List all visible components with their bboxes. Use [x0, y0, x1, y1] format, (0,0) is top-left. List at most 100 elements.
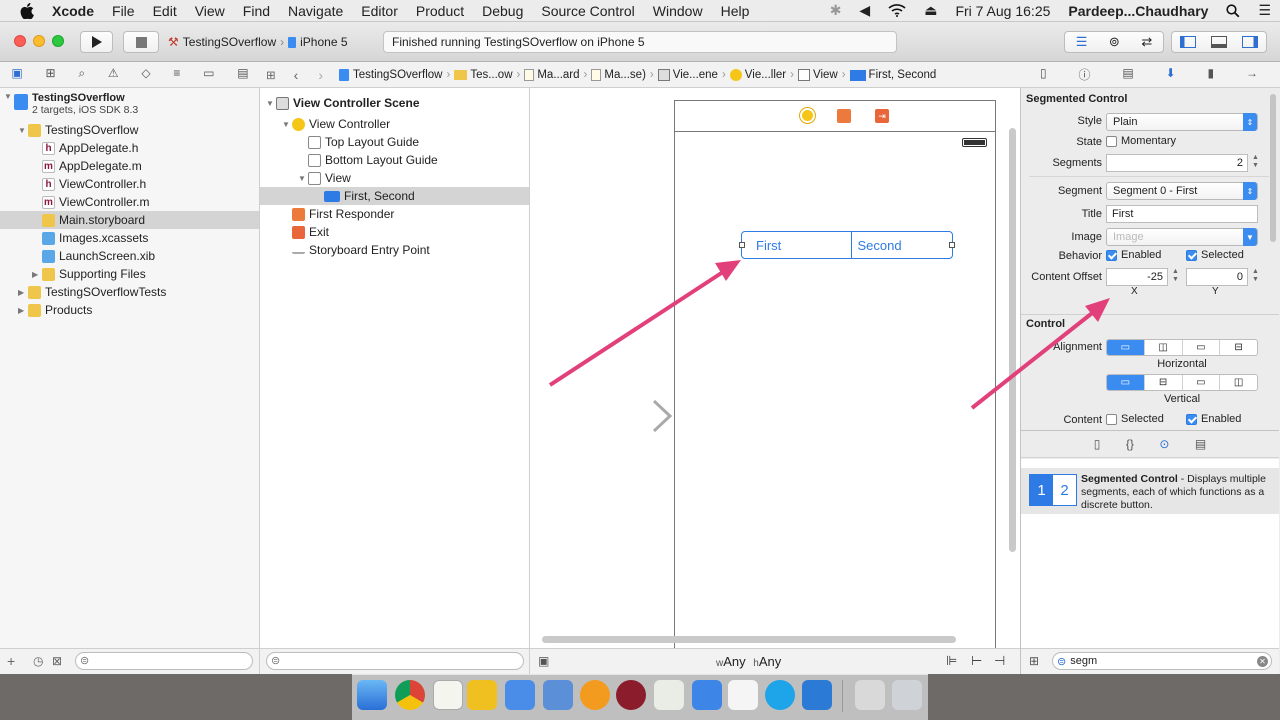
code-snippet-library-icon[interactable]: {} [1126, 437, 1134, 451]
textedit-icon[interactable] [433, 680, 463, 710]
back-icon[interactable]: ‹ [294, 67, 299, 83]
toggle-debug-area-icon[interactable] [1210, 36, 1227, 48]
source-control-filter-icon[interactable]: ⊠ [52, 654, 62, 668]
navigator-item[interactable]: ▶ Products [0, 301, 259, 319]
symbol-navigator-icon[interactable]: ⊞ [45, 66, 55, 81]
navigator-item[interactable]: ▶ TestingSOverflowTests [0, 283, 259, 301]
align-icon[interactable]: ⊫ [946, 653, 957, 669]
numbers-icon[interactable] [728, 680, 758, 710]
scheme-selector[interactable]: ⚒ TestingSOverflow › iPhone 5 [168, 31, 374, 53]
menu-find[interactable]: Find [234, 3, 279, 19]
menu-file[interactable]: File [103, 3, 144, 19]
issue-navigator-icon[interactable]: ⚠ [108, 66, 119, 81]
outline-item[interactable]: ▼ View [260, 169, 529, 187]
finder-icon[interactable] [357, 680, 387, 710]
clear-search-icon[interactable]: ✕ [1257, 655, 1268, 667]
connections-inspector-icon[interactable]: → [1246, 66, 1258, 83]
jump-item-segment[interactable]: First, Second [869, 69, 937, 81]
outline-filter-input[interactable]: ⊜ [266, 652, 524, 670]
apple-menu-icon[interactable] [0, 2, 43, 19]
view-controller-icon[interactable] [800, 108, 815, 123]
size-class-selector[interactable]: wAny hAny [716, 654, 781, 669]
close-window-button[interactable] [14, 35, 26, 47]
navigator-item[interactable]: LaunchScreen.xib [0, 247, 259, 265]
outline-item[interactable]: First Responder [260, 205, 529, 223]
inspector-scrollbar[interactable] [1270, 94, 1276, 242]
navigator-item[interactable]: h AppDelegate.h [0, 139, 259, 157]
eject-icon[interactable]: ⏏ [915, 2, 946, 19]
image-combo[interactable]: Image ▼ [1106, 228, 1258, 246]
resize-handle-right[interactable] [949, 242, 955, 248]
instruments-icon[interactable] [543, 680, 573, 710]
navigator-item[interactable]: Main.storyboard [0, 211, 259, 229]
menu-editor[interactable]: Editor [352, 3, 407, 19]
align-fill-h-icon[interactable]: ⊟ [1219, 340, 1257, 355]
jump-item-storyboard[interactable]: Ma...ard [537, 69, 579, 81]
menu-source-control[interactable]: Source Control [532, 3, 643, 19]
disclosure-open-icon[interactable]: ▼ [282, 120, 292, 129]
offset-y-stepper[interactable]: ▲ ▼ [1250, 268, 1261, 286]
report-navigator-icon[interactable]: ▤ [237, 66, 248, 81]
wunderlist-icon[interactable] [467, 680, 497, 710]
navigator-item[interactable]: h ViewController.h [0, 175, 259, 193]
horizontal-alignment-control[interactable]: ▭ ◫ ▭ ⊟ [1106, 339, 1258, 356]
jump-item-view[interactable]: View [813, 69, 838, 81]
segment-popup[interactable]: Segment 0 - First ⇕ [1106, 182, 1258, 200]
outline-item[interactable]: Storyboard Entry Point [260, 241, 529, 259]
recent-files-icon[interactable]: ◷ [33, 654, 43, 668]
project-root[interactable]: ▼ TestingSOverflow 2 targets, iOS SDK 8.… [4, 92, 138, 122]
menu-product[interactable]: Product [407, 3, 473, 19]
outline-item[interactable]: First, Second [260, 187, 529, 205]
menu-app-name[interactable]: Xcode [43, 3, 103, 19]
skype-icon[interactable] [765, 680, 795, 710]
momentary-checkbox[interactable]: Momentary [1106, 135, 1176, 147]
align-center-h-icon[interactable]: ◫ [1143, 340, 1182, 355]
exit-icon[interactable]: ⇥ [875, 109, 889, 123]
toggle-navigator-icon[interactable] [1179, 36, 1196, 48]
documents-stack-icon[interactable] [855, 680, 885, 710]
resize-handle-left[interactable] [739, 242, 745, 248]
content-enabled-checkbox[interactable]: Enabled [1186, 413, 1241, 425]
file-template-library-icon[interactable]: ▯ [1094, 437, 1101, 451]
forward-icon[interactable]: › [318, 67, 323, 83]
outline-item[interactable]: Bottom Layout Guide [260, 151, 529, 169]
test-navigator-icon[interactable]: ◇ [141, 66, 150, 81]
segments-field[interactable]: 2 [1106, 154, 1248, 172]
navigator-item[interactable]: m AppDelegate.m [0, 157, 259, 175]
toggle-utilities-icon[interactable] [1242, 36, 1259, 48]
navigator-item[interactable]: ▶ Supporting Files [0, 265, 259, 283]
standard-editor-icon[interactable]: ☰ [1076, 34, 1088, 50]
identity-inspector-icon[interactable]: ▤ [1122, 66, 1133, 83]
menu-help[interactable]: Help [712, 3, 759, 19]
canvas-horizontal-scrollbar[interactable] [542, 636, 956, 643]
zoom-window-button[interactable] [52, 35, 64, 47]
menu-user[interactable]: Pardeep...Chaudhary [1059, 3, 1217, 19]
segments-stepper[interactable]: ▲ ▼ [1250, 154, 1261, 172]
spotlight-icon[interactable] [1217, 3, 1249, 18]
outline-item[interactable]: ▼ View Controller [260, 115, 529, 133]
menu-clock[interactable]: Fri 7 Aug 16:25 [946, 3, 1059, 19]
outline-scene[interactable]: ▼ View Controller Scene [266, 94, 420, 112]
quick-help-icon[interactable]: ⓘ [1078, 66, 1090, 83]
breakpoint-navigator-icon[interactable]: ▭ [203, 66, 214, 81]
menu-edit[interactable]: Edit [144, 3, 186, 19]
selected-checkbox[interactable]: Selected [1186, 249, 1244, 261]
show-outline-icon[interactable]: ▣ [538, 654, 549, 668]
project-navigator-icon[interactable]: ▣ [11, 66, 22, 81]
disclosure-open-icon[interactable]: ▼ [298, 174, 308, 183]
menu-debug[interactable]: Debug [473, 3, 532, 19]
preview-icon[interactable] [654, 680, 684, 710]
style-popup[interactable]: Plain ⇕ [1106, 113, 1258, 131]
version-editor-icon[interactable]: ⇄ [1141, 34, 1152, 50]
bluetooth-icon[interactable]: ✱ [821, 2, 851, 19]
navigator-item[interactable]: Images.xcassets [0, 229, 259, 247]
jump-item-scene[interactable]: Vie...ene [673, 69, 718, 81]
navigator-item[interactable]: ▼ TestingSOverflow [0, 121, 259, 139]
xcode-dock-icon[interactable] [505, 680, 535, 710]
size-inspector-icon[interactable]: ▮ [1208, 66, 1215, 83]
notification-center-icon[interactable]: ☰ [1249, 2, 1280, 19]
disclosure-open-icon[interactable]: ▼ [266, 99, 276, 108]
trash-icon[interactable] [892, 680, 922, 710]
app-icon[interactable] [616, 680, 646, 710]
run-button[interactable] [80, 31, 113, 53]
